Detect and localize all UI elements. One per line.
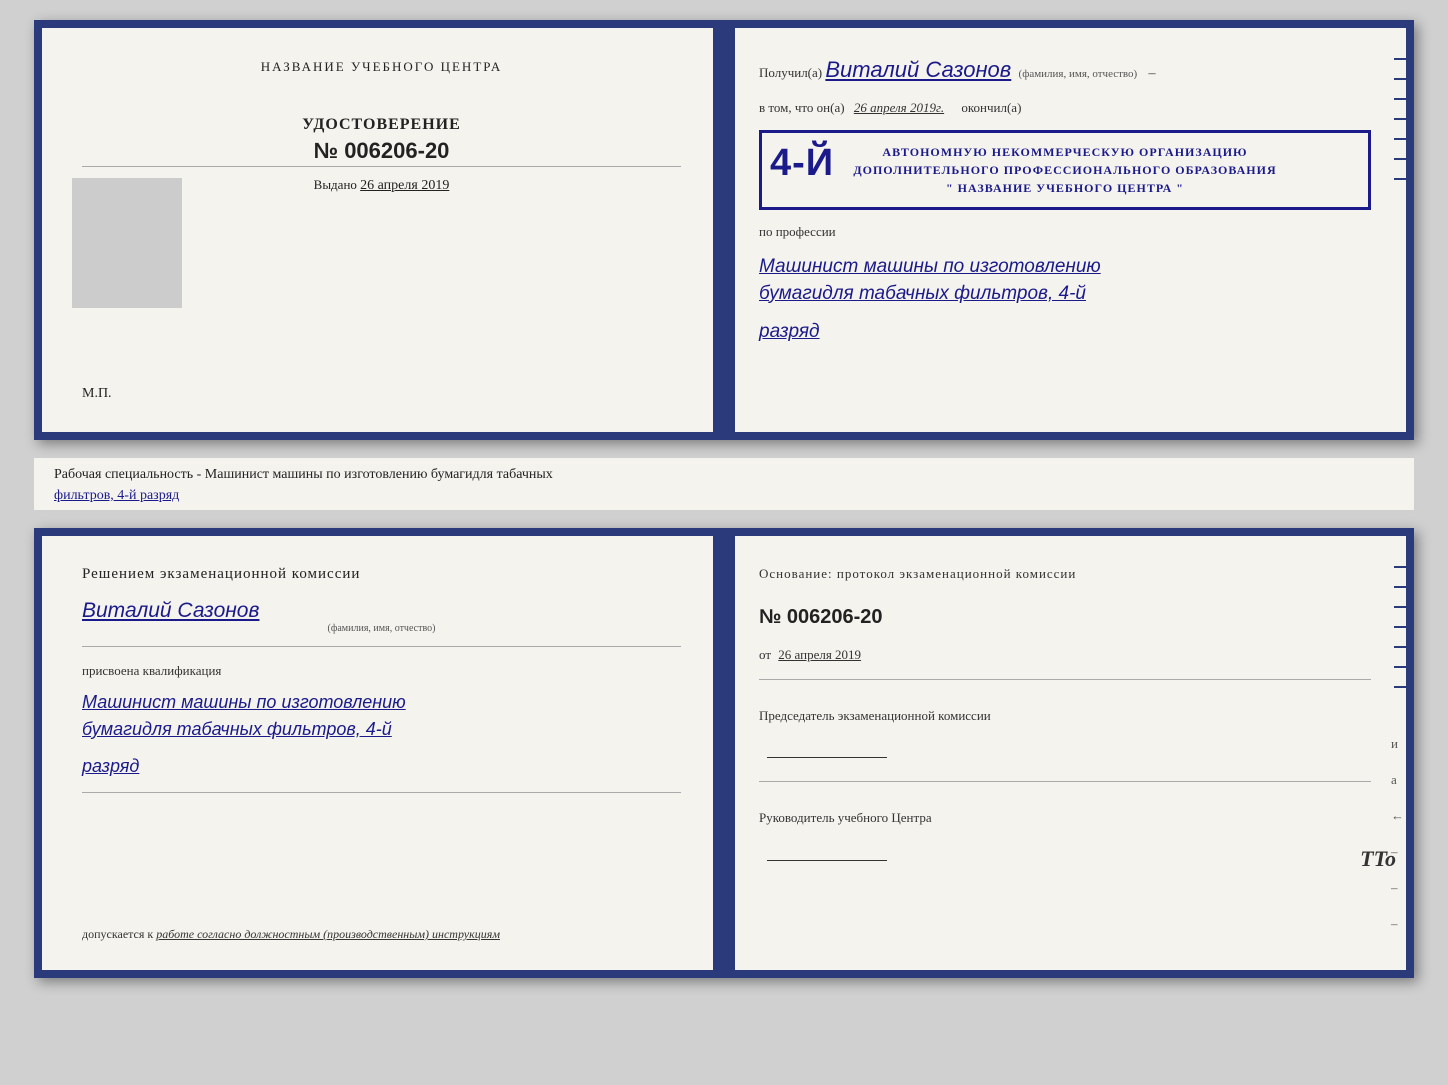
ot-date: 26 апреля 2019 <box>778 647 861 662</box>
vtom-date: 26 апреля 2019г. <box>854 100 944 115</box>
dopuskaetsya-value: работе согласно должностным (производств… <box>156 927 500 941</box>
recipient-name: Виталий Сазонов <box>825 57 1011 82</box>
profession-line2: бумагидля табачных фильтров, 4-й <box>759 283 1086 304</box>
deco-line-b3 <box>1394 606 1406 608</box>
protocol-divider <box>759 679 1371 680</box>
photo-placeholder <box>72 178 182 308</box>
kval-line3: разряд <box>82 753 681 780</box>
recipient-subtext: (фамилия, имя, отчество) <box>1019 68 1138 80</box>
subtitle-band: Рабочая специальность - Машинист машины … <box>34 458 1414 510</box>
mark-dash3: – <box>1391 916 1404 932</box>
predsedatel-label: Председатель экзаменационной комиссии <box>759 706 1371 727</box>
komissia-divider <box>82 646 681 647</box>
mark-dash1: – <box>1391 844 1404 860</box>
recipient-line: Получил(а) Виталий Сазонов (фамилия, имя… <box>759 53 1371 86</box>
stamp-number: 4-й <box>770 135 834 192</box>
org-line3: " НАЗВАНИЕ УЧЕБНОГО ЦЕНТРА " <box>774 179 1356 197</box>
ot-label: от <box>759 647 771 662</box>
dash: – <box>1148 66 1155 81</box>
protocol-date: от 26 апреля 2019 <box>759 647 1371 663</box>
kval-text: Машинист машины по изготовлению бумагидл… <box>82 689 681 743</box>
subtitle-prefix: Рабочая специальность - Машинист машины … <box>54 467 553 482</box>
cert-right-panel: Получил(а) Виталий Сазонов (фамилия, имя… <box>724 28 1406 432</box>
training-center-title: НАЗВАНИЕ УЧЕБНОГО ЦЕНТРА <box>261 58 502 76</box>
protocol-number: № 006206-20 <box>759 606 1371 629</box>
bottom-left-panel: Решением экзаменационной комиссии Витали… <box>42 536 724 970</box>
kval-line2: бумагидля табачных фильтров, 4-й <box>82 719 392 739</box>
kval-divider <box>82 792 681 793</box>
komissia-name-block: Виталий Сазонов (фамилия, имя, отчество) <box>82 595 681 634</box>
predsedatel-divider <box>759 781 1371 782</box>
deco-line-7 <box>1394 178 1406 180</box>
mark-arrow: ← <box>1391 808 1404 824</box>
profession-label: по профессии <box>759 224 1371 240</box>
okonchill: окончил(а) <box>961 100 1021 115</box>
predsedatel-sign-line <box>767 757 887 758</box>
deco-line-2 <box>1394 78 1406 80</box>
issued-label: Выдано <box>314 177 357 192</box>
edge-marks: и а ← – – – <box>1391 736 1404 932</box>
deco-line-6 <box>1394 158 1406 160</box>
komissia-title: Решением экзаменационной комиссии <box>82 564 681 585</box>
profession-text: Машинист машины по изготовлению бумагидл… <box>759 254 1371 307</box>
subtitle-underline: фильтров, 4-й разряд <box>54 488 179 503</box>
razryad: разряд <box>759 321 1371 343</box>
komissia-name: Виталий Сазонов <box>82 599 681 623</box>
org-line1: АВТОНОМНУЮ НЕКОММЕРЧЕСКУЮ ОРГАНИЗАЦИЮ <box>774 143 1356 161</box>
mark-i: и <box>1391 736 1404 752</box>
deco-line-b7 <box>1394 686 1406 688</box>
osnovaniye-text: Основание: протокол экзаменационной коми… <box>759 564 1371 584</box>
bottom-right-panel: Основание: протокол экзаменационной коми… <box>724 536 1406 970</box>
deco-line-b6 <box>1394 666 1406 668</box>
mark-dash2: – <box>1391 880 1404 896</box>
mark-a: а <box>1391 772 1404 788</box>
issued-date: 26 апреля 2019 <box>360 178 449 193</box>
mp-label: М.П. <box>82 386 112 402</box>
deco-line-5 <box>1394 138 1406 140</box>
poluchil-prefix: Получил(а) <box>759 65 822 80</box>
org-line2: ДОПОЛНИТЕЛЬНОГО ПРОФЕССИОНАЛЬНОГО ОБРАЗО… <box>774 161 1356 179</box>
deco-line-b1 <box>1394 566 1406 568</box>
deco-line-4 <box>1394 118 1406 120</box>
rukovoditel-sign-line <box>767 860 887 861</box>
vtom-prefix: в том, что он(а) <box>759 100 845 115</box>
rukovoditel-block: Руководитель учебного Центра <box>759 808 1371 868</box>
deco-line-b4 <box>1394 626 1406 628</box>
deco-line-b5 <box>1394 646 1406 648</box>
cert-title-block: УДОСТОВЕРЕНИЕ № 006206-20 <box>302 116 461 164</box>
deco-line-3 <box>1394 98 1406 100</box>
deco-lines-bottom <box>1394 566 1406 688</box>
deco-line-b2 <box>1394 586 1406 588</box>
certificate-bottom: Решением экзаменационной комиссии Витали… <box>34 528 1414 978</box>
certificate-top: НАЗВАНИЕ УЧЕБНОГО ЦЕНТРА УДОСТОВЕРЕНИЕ №… <box>34 20 1414 440</box>
vtom-line: в том, что он(а) 26 апреля 2019г. окончи… <box>759 100 1371 116</box>
cert-issued: Выдано 26 апреля 2019 <box>314 177 450 194</box>
komissia-name-subtext: (фамилия, имя, отчество) <box>82 623 681 634</box>
cert-left-panel: НАЗВАНИЕ УЧЕБНОГО ЦЕНТРА УДОСТОВЕРЕНИЕ №… <box>42 28 724 432</box>
divider-line <box>82 166 681 167</box>
profession-line1: Машинист машины по изготовлению <box>759 256 1101 277</box>
predsedatel-block: Председатель экзаменационной комиссии <box>759 706 1371 766</box>
cert-number: № 006206-20 <box>302 138 461 164</box>
kval-line1: Машинист машины по изготовлению <box>82 692 406 712</box>
rukovoditel-label: Руководитель учебного Центра <box>759 808 1371 829</box>
org-stamp: 4-й АВТОНОМНУЮ НЕКОММЕРЧЕСКУЮ ОРГАНИЗАЦИ… <box>759 130 1371 210</box>
prisvoena-label: присвоена квалификация <box>82 663 681 679</box>
dopuskaetsya-block: допускается к работе согласно должностны… <box>82 927 681 942</box>
deco-line-1 <box>1394 58 1406 60</box>
deco-lines <box>1394 58 1406 180</box>
dopuskaetsya-prefix: допускается к <box>82 927 153 941</box>
cert-label: УДОСТОВЕРЕНИЕ <box>302 116 461 134</box>
